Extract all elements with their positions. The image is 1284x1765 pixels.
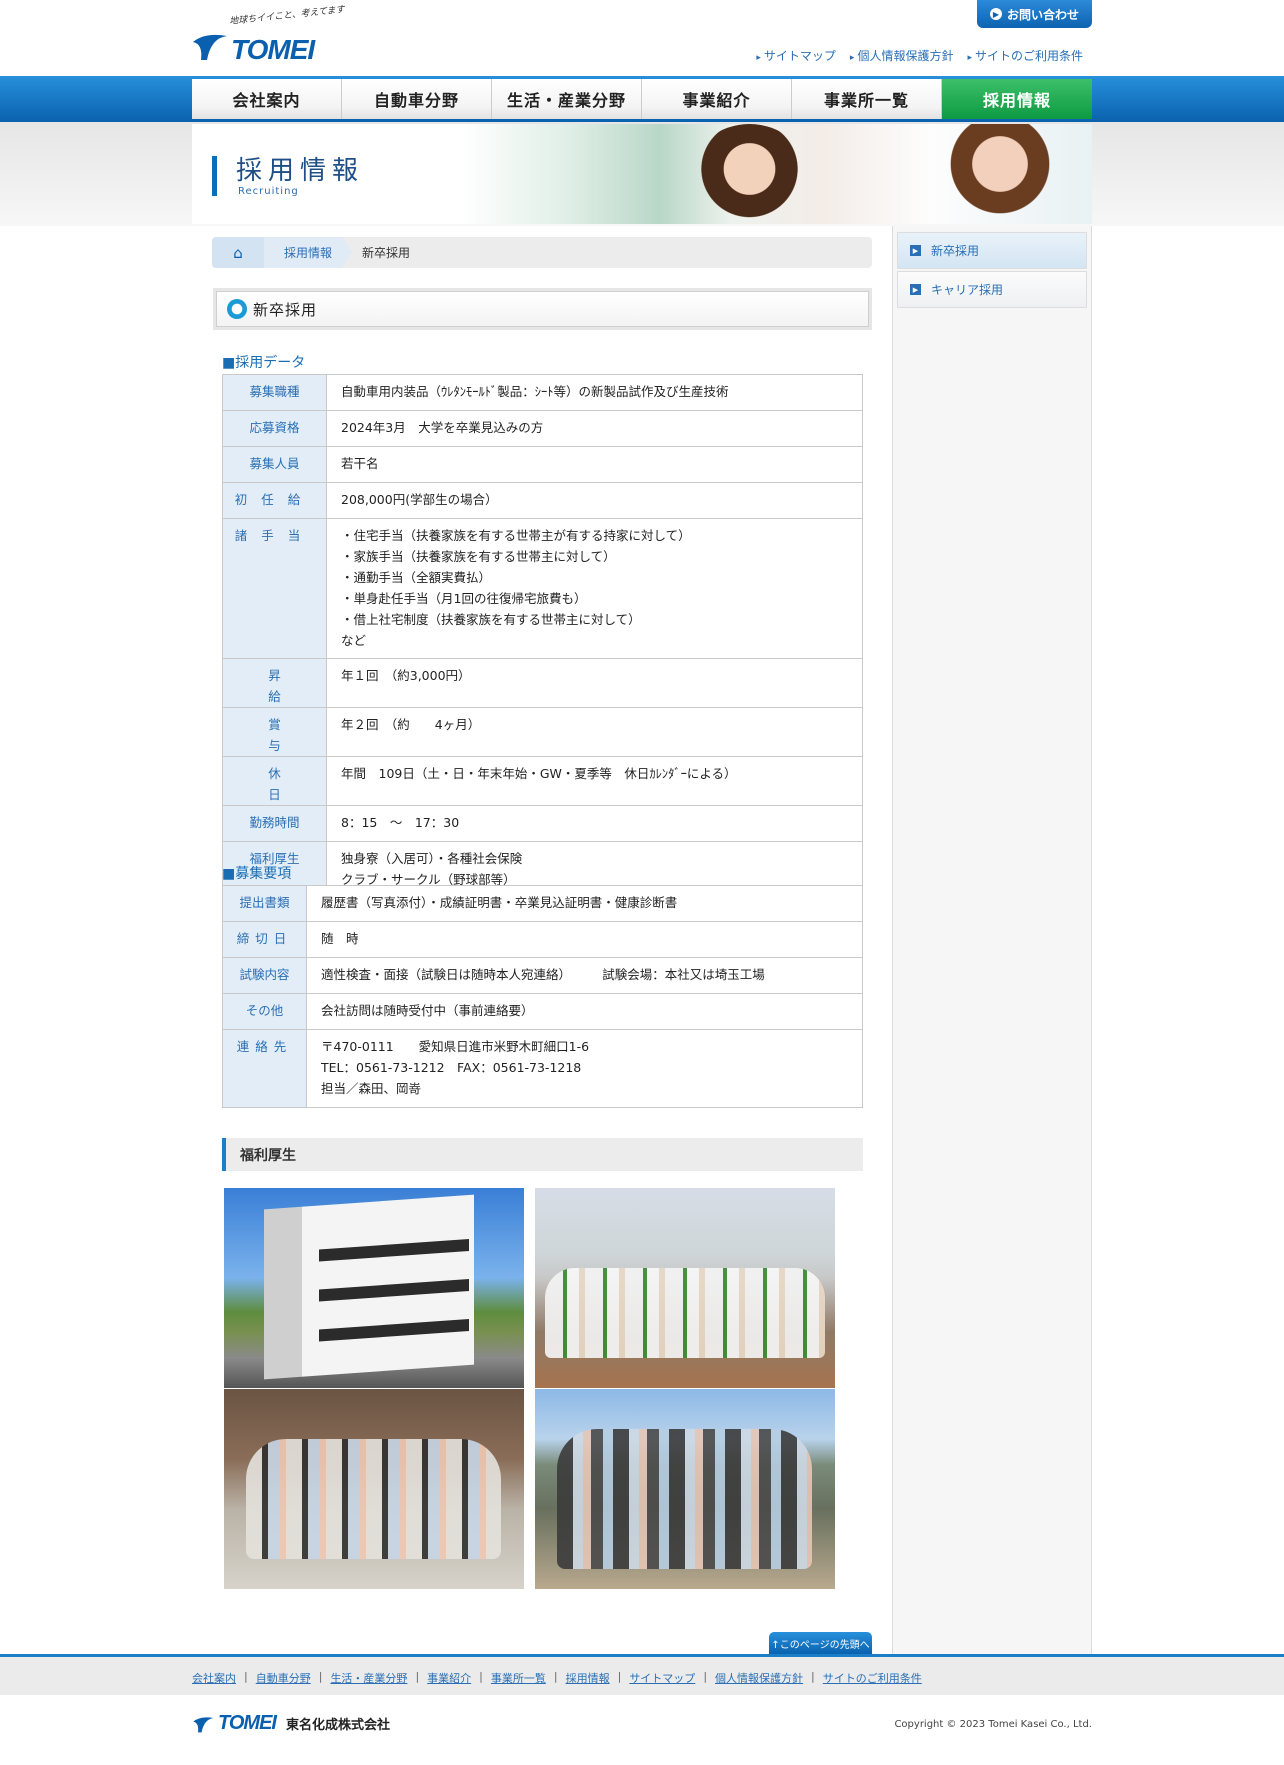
- photo-group-lakeside: [535, 1389, 835, 1589]
- table-row: 募集職種 自動車用内装品（ｳﾚﾀﾝﾓｰﾙﾄﾞ製品：ｼｰﾄ等）の新製品試作及び生産技…: [222, 374, 863, 411]
- table-row: 勤務時間 8：15 ～ 17：30: [222, 805, 863, 842]
- photo-group-outing: [224, 1389, 524, 1589]
- site-footer: TOMEI 東名化成株式会社 Copyright © 2023 Tomei Ka…: [0, 1695, 1284, 1765]
- footer-link-recruit[interactable]: 採用情報: [566, 1670, 610, 1686]
- photo-dormitory: [224, 1188, 524, 1388]
- footer-link-company[interactable]: 会社案内: [192, 1670, 236, 1686]
- footer-nav: 会社案内 | 自動車分野 | 生活・産業分野 | 事業紹介 | 事業所一覧 | 採用情報 |…: [0, 1657, 1284, 1695]
- contact-button[interactable]: ▶ お問い合わせ: [977, 0, 1092, 28]
- recruit-data-heading: ■採用データ: [222, 355, 306, 371]
- table-row: 諸手当 ・住宅手当（扶養家族を有する世帯主が有する持家に対して） ・家族手当（扶…: [222, 518, 863, 659]
- page-banner: 採用情報 Recruiting: [192, 124, 1092, 224]
- welfare-heading: 福利厚生: [222, 1138, 863, 1171]
- footer-link-terms[interactable]: サイトのご利用条件: [823, 1670, 922, 1686]
- util-link-terms[interactable]: サイトのご利用条件: [967, 47, 1083, 64]
- requirements-table: 提出書類 履歴書（写真添付）・成績証明書・卒業見込証明書・健康診断書 締切日随 時…: [222, 885, 863, 1108]
- footer-logo: TOMEI 東名化成株式会社: [192, 1712, 390, 1735]
- section-title-box: 新卒採用: [213, 288, 872, 330]
- table-row: 連絡先 〒470-0111 愛知県日進市米野木町細口1-6 TEL：0561-7…: [222, 1029, 863, 1108]
- sidebar-item-career[interactable]: ▶ キャリア採用: [897, 271, 1087, 308]
- footer-link-offices[interactable]: 事業所一覧: [491, 1670, 546, 1686]
- breadcrumb: ⌂ 採用情報 新卒採用: [212, 237, 872, 268]
- table-row: 応募資格 2024年3月 大学を卒業見込みの方: [222, 410, 863, 447]
- banner-accent-bar: [212, 156, 217, 196]
- home-icon[interactable]: ⌂: [212, 237, 274, 268]
- table-row: 試験内容 適性検査・面接（試験日は随時本人宛連絡） 試験会場：本社又は埼玉工場: [222, 957, 863, 994]
- circle-bullet-icon: [227, 299, 247, 319]
- utility-links: サイトマップ 個人情報保護方針 サイトのご利用条件: [756, 47, 1083, 64]
- requirements-heading: ■募集要項: [222, 866, 292, 882]
- photo-baseball-team: [535, 1188, 835, 1388]
- sidebar-item-new-graduate[interactable]: ▶ 新卒採用: [897, 232, 1087, 269]
- nav-item-business[interactable]: 事業紹介: [642, 79, 792, 119]
- table-row: 賞与 年２回 （約 4ヶ月）: [222, 707, 863, 757]
- copyright: Copyright © 2023 Tomei Kasei Co., Ltd.: [894, 1719, 1092, 1730]
- footer-link-business[interactable]: 事業紹介: [427, 1670, 471, 1686]
- table-row: 提出書類 履歴書（写真添付）・成績証明書・卒業見込証明書・健康診断書: [222, 885, 863, 922]
- breadcrumb-link-recruit[interactable]: 採用情報: [264, 237, 353, 268]
- logo-wave-icon: [193, 1716, 214, 1732]
- global-nav-bar: 会社案内 自動車分野 生活・産業分野 事業紹介 事業所一覧 採用情報: [0, 76, 1284, 122]
- logo-wordmark: TOMEI: [231, 34, 315, 65]
- table-row: その他 会社訪問は随時受付中（事前連絡要）: [222, 993, 863, 1030]
- footer-link-sitemap[interactable]: サイトマップ: [629, 1670, 695, 1686]
- nav-item-company[interactable]: 会社案内: [192, 79, 342, 119]
- arrow-right-icon: ▶: [989, 8, 1002, 20]
- footer-link-industry[interactable]: 生活・産業分野: [330, 1670, 407, 1686]
- sidebar-nav: ▶ 新卒採用 ▶ キャリア採用: [897, 232, 1087, 310]
- table-row: 募集人員 若干名: [222, 446, 863, 483]
- page-subtitle: Recruiting: [238, 186, 299, 197]
- nav-item-industry[interactable]: 生活・産業分野: [492, 79, 642, 119]
- global-nav: 会社案内 自動車分野 生活・産業分野 事業紹介 事業所一覧 採用情報: [192, 79, 1092, 119]
- section-title: 新卒採用: [253, 300, 318, 319]
- footer-link-automotive[interactable]: 自動車分野: [256, 1670, 311, 1686]
- util-link-privacy[interactable]: 個人情報保護方針: [850, 47, 953, 64]
- logo-wave-icon: [193, 34, 227, 60]
- nav-item-automotive[interactable]: 自動車分野: [342, 79, 492, 119]
- banner-photo-woman: [692, 124, 807, 224]
- back-to-top-button[interactable]: ↑このページの先頭へ: [769, 1632, 872, 1654]
- table-row: 初任給 208,000円(学部生の場合）: [222, 482, 863, 519]
- arrow-right-icon: ▶: [910, 245, 921, 256]
- company-name: 東名化成株式会社: [285, 1718, 390, 1733]
- page-title: 採用情報: [236, 156, 365, 186]
- arrow-right-icon: ▶: [910, 284, 921, 295]
- footer-link-privacy[interactable]: 個人情報保護方針: [715, 1670, 803, 1686]
- logo-tagline: 地球ちイイこと、考えてます: [228, 4, 346, 28]
- breadcrumb-current: 新卒採用: [362, 246, 411, 260]
- site-logo[interactable]: 地球ちイイこと、考えてます TOMEI: [191, 5, 345, 65]
- util-link-sitemap[interactable]: サイトマップ: [756, 47, 836, 64]
- recruit-data-table: 募集職種 自動車用内装品（ｳﾚﾀﾝﾓｰﾙﾄﾞ製品：ｼｰﾄ等）の新製品試作及び生産技…: [222, 374, 863, 899]
- table-row: 休日 年間 109日（土・日・年末年始・GW・夏季等 休日ｶﾚﾝﾀﾞｰによる）: [222, 756, 863, 806]
- table-row: 昇給 年１回 （約3,000円）: [222, 658, 863, 708]
- sidebar-column: [892, 226, 1092, 1656]
- banner-photo-nurse: [937, 124, 1077, 224]
- table-row: 締切日随 時: [222, 921, 863, 958]
- nav-item-recruit[interactable]: 採用情報: [942, 79, 1092, 119]
- nav-item-offices[interactable]: 事業所一覧: [792, 79, 942, 119]
- site-header: 地球ちイイこと、考えてます TOMEI ▶お問い合わせ サイトマップ 個人情報保…: [0, 0, 1284, 76]
